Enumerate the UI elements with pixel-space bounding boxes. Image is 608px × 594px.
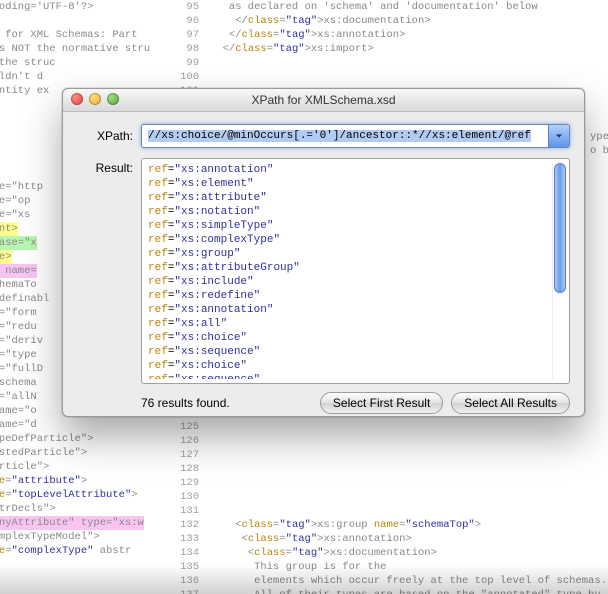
result-item[interactable]: ref="xs:choice" xyxy=(148,359,551,373)
stage: 9596979899100101102103104105106107108109… xyxy=(0,0,608,594)
close-button[interactable] xyxy=(71,93,83,105)
combobox-arrow[interactable] xyxy=(548,125,569,147)
result-item[interactable]: ref="xs:choice" xyxy=(148,331,551,345)
scrollbar[interactable] xyxy=(552,161,567,381)
status-text: 76 results found. xyxy=(141,396,312,410)
result-item[interactable]: ref="xs:element" xyxy=(148,177,551,191)
xpath-combobox[interactable]: //xs:choice/@minOccurs[.='0']/ancestor::… xyxy=(141,124,570,148)
window-buttons xyxy=(71,93,119,105)
select-first-result-button[interactable]: Select First Result xyxy=(320,392,443,414)
chevron-down-icon xyxy=(555,132,563,140)
result-item[interactable]: ref="xs:all" xyxy=(148,317,551,331)
result-listbox[interactable]: ref="xs:annotation"ref="xs:element"ref="… xyxy=(141,158,570,384)
result-item[interactable]: ref="xs:annotation" xyxy=(148,163,551,177)
zoom-button[interactable] xyxy=(107,93,119,105)
result-item[interactable]: ref="xs:annotation" xyxy=(148,303,551,317)
xpath-label: XPath: xyxy=(77,129,133,143)
result-item[interactable]: ref="xs:group" xyxy=(148,247,551,261)
result-item[interactable]: ref="xs:complexType" xyxy=(148,233,551,247)
shadow xyxy=(0,564,608,594)
result-item[interactable]: ref="xs:sequence" xyxy=(148,345,551,359)
result-item[interactable]: ref="xs:attribute" xyxy=(148,191,551,205)
select-all-results-button[interactable]: Select All Results xyxy=(451,392,570,414)
result-label: Result: xyxy=(77,158,133,175)
scrollbar-thumb[interactable] xyxy=(554,163,566,293)
result-item[interactable]: ref="xs:attributeGroup" xyxy=(148,261,551,275)
minimize-button[interactable] xyxy=(89,93,101,105)
xpath-dialog: XPath for XMLSchema.xsd XPath: //xs:choi… xyxy=(62,88,585,417)
result-item[interactable]: ref="xs:redefine" xyxy=(148,289,551,303)
result-item[interactable]: ref="xs:include" xyxy=(148,275,551,289)
xpath-input[interactable]: //xs:choice/@minOccurs[.='0']/ancestor::… xyxy=(142,130,548,142)
dialog-title: XPath for XMLSchema.xsd xyxy=(251,93,395,107)
result-item[interactable]: ref="xs:sequence" xyxy=(148,373,551,379)
result-item[interactable]: ref="xs:simpleType" xyxy=(148,219,551,233)
result-item[interactable]: ref="xs:notation" xyxy=(148,205,551,219)
dialog-titlebar[interactable]: XPath for XMLSchema.xsd xyxy=(63,89,584,112)
